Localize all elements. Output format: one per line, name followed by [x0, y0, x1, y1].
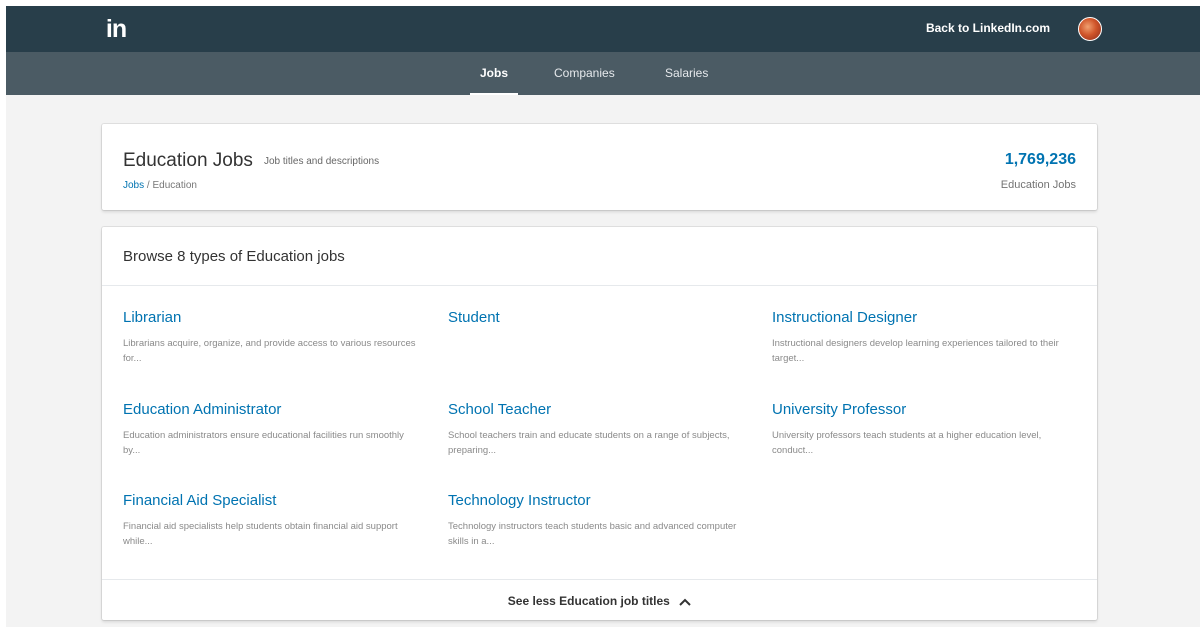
jobs-header-card: Education Jobs Job titles and descriptio…: [102, 124, 1097, 210]
job-type-item: Instructional Designer Instructional des…: [772, 309, 1067, 366]
job-title-link-instructional-designer[interactable]: Instructional Designer: [772, 309, 1067, 327]
job-description: University professors teach students at …: [772, 430, 1042, 456]
job-title-link-school-teacher[interactable]: School Teacher: [448, 401, 743, 419]
linkedin-logo-icon[interactable]: in: [102, 16, 130, 42]
job-title-link-technology-instructor[interactable]: Technology Instructor: [448, 492, 743, 510]
job-description: Instructional designers develop learning…: [772, 338, 1059, 364]
active-tab-indicator: [470, 93, 519, 95]
chevron-up-icon: [679, 598, 691, 606]
page-subtitle: Job titles and descriptions: [264, 156, 380, 167]
logo-text: in: [105, 14, 127, 43]
divider: [102, 285, 1097, 286]
job-type-item: School Teacher School teachers train and…: [448, 401, 743, 458]
job-title-link-university-professor[interactable]: University Professor: [772, 401, 1067, 419]
sub-navigation-bar: Jobs Companies Salaries: [6, 52, 1200, 95]
top-navigation-bar: in Back to LinkedIn.com: [6, 6, 1200, 52]
job-description: Financial aid specialists help students …: [123, 521, 398, 547]
tab-companies[interactable]: Companies: [554, 66, 615, 80]
breadcrumb-jobs-link[interactable]: Jobs: [123, 180, 144, 191]
job-type-item: Financial Aid Specialist Financial aid s…: [123, 492, 418, 549]
page: in Back to LinkedIn.com Jobs Companies S…: [0, 0, 1200, 627]
job-title-link-student[interactable]: Student: [448, 309, 743, 327]
see-less-button[interactable]: See less Education job titles: [102, 594, 1097, 608]
job-title-link-librarian[interactable]: Librarian: [123, 309, 418, 327]
tab-salaries[interactable]: Salaries: [665, 66, 708, 80]
tab-jobs-label: Jobs: [480, 66, 509, 80]
job-description: Education administrators ensure educatio…: [123, 430, 404, 456]
job-description: Librarians acquire, organize, and provid…: [123, 338, 416, 364]
tab-jobs[interactable]: Jobs: [470, 66, 519, 95]
tab-companies-label: Companies: [554, 66, 615, 80]
divider: [102, 579, 1097, 580]
job-type-item: Student: [448, 309, 743, 336]
browse-title: Browse 8 types of Education jobs: [123, 248, 345, 265]
job-title-link-education-administrator[interactable]: Education Administrator: [123, 401, 418, 419]
page-title: Education Jobs: [123, 150, 253, 171]
breadcrumb: Jobs / Education: [123, 180, 197, 191]
breadcrumb-current: Education: [152, 180, 197, 191]
see-less-label: See less Education job titles: [507, 594, 670, 608]
jobs-count: 1,769,236: [1004, 151, 1076, 168]
jobs-count-label: Education Jobs: [1000, 179, 1076, 191]
job-type-item: University Professor University professo…: [772, 401, 1067, 458]
job-description: School teachers train and educate studen…: [448, 430, 730, 456]
app-window: in Back to LinkedIn.com Jobs Companies S…: [6, 6, 1200, 627]
tab-salaries-label: Salaries: [665, 66, 709, 80]
back-to-linkedin-link[interactable]: Back to LinkedIn.com: [926, 21, 1050, 35]
job-type-item: Education Administrator Education admini…: [123, 401, 418, 458]
job-type-item: Technology Instructor Technology instruc…: [448, 492, 743, 549]
job-title-link-financial-aid-specialist[interactable]: Financial Aid Specialist: [123, 492, 418, 510]
job-type-item: Librarian Librarians acquire, organize, …: [123, 309, 418, 366]
job-description: Technology instructors teach students ba…: [448, 521, 737, 547]
browse-job-types-card: Browse 8 types of Education jobs Librari…: [102, 227, 1097, 620]
user-avatar-icon[interactable]: [1078, 17, 1102, 41]
